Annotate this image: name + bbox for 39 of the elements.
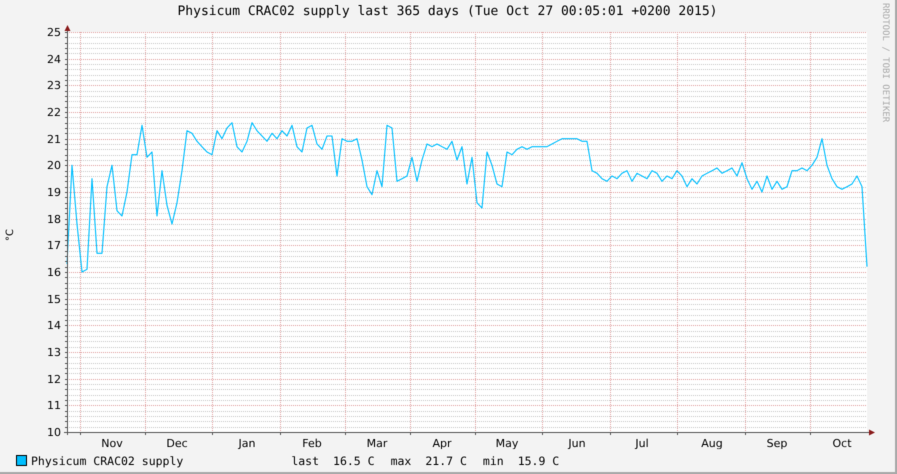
axis-label: 20 bbox=[47, 159, 61, 172]
axis-label: 21 bbox=[47, 133, 61, 146]
stat-value: 21.7 C bbox=[425, 454, 467, 468]
axis-label: 16 bbox=[47, 266, 61, 280]
legend-swatch bbox=[16, 455, 27, 466]
axis-label: Jul bbox=[635, 437, 649, 450]
axis-label: 22 bbox=[47, 106, 61, 120]
axis-label: Mar bbox=[366, 437, 388, 450]
axis-label: 10 bbox=[47, 426, 61, 440]
axis-label: Jan bbox=[238, 437, 256, 450]
axis-label: 11 bbox=[47, 399, 61, 412]
credit-text: RRDTOOL / TOBI OETIKER bbox=[880, 3, 890, 122]
axis-label: Oct bbox=[832, 437, 852, 450]
axis-label: Sep bbox=[766, 437, 788, 450]
stat-label: last bbox=[291, 454, 320, 468]
chart-title: Physicum CRAC02 supply last 365 days (Tue Oct 27 00:05:01 +0200 2015) bbox=[177, 3, 718, 22]
axis-label: 15 bbox=[47, 293, 61, 306]
axis-label: 12 bbox=[47, 373, 61, 386]
axis-label: May bbox=[496, 437, 518, 450]
axis-label: 18 bbox=[47, 213, 61, 226]
axis-label: 17 bbox=[47, 239, 61, 252]
stat-label: min bbox=[482, 454, 504, 468]
axis-label: 14 bbox=[47, 319, 61, 332]
axis-label: 23 bbox=[47, 79, 61, 92]
stat-label: max bbox=[390, 454, 412, 468]
axis-label: 24 bbox=[47, 53, 61, 66]
axis-label: Dec bbox=[166, 437, 188, 450]
axis-label: Jun bbox=[568, 437, 586, 450]
legend-label: Physicum CRAC02 supply bbox=[31, 454, 184, 468]
axis-label: 13 bbox=[47, 346, 61, 360]
axis-label: Apr bbox=[432, 437, 452, 450]
axis-label: Nov bbox=[101, 437, 123, 450]
y-axis-title: °C bbox=[4, 229, 16, 242]
axis-label: 19 bbox=[47, 186, 61, 200]
axis-label: Feb bbox=[302, 437, 322, 450]
axis-label: Aug bbox=[701, 437, 723, 450]
stat-value: 16.5 C bbox=[333, 454, 375, 468]
stat-value: 15.9 C bbox=[518, 454, 560, 468]
axis-label: 25 bbox=[47, 26, 61, 40]
